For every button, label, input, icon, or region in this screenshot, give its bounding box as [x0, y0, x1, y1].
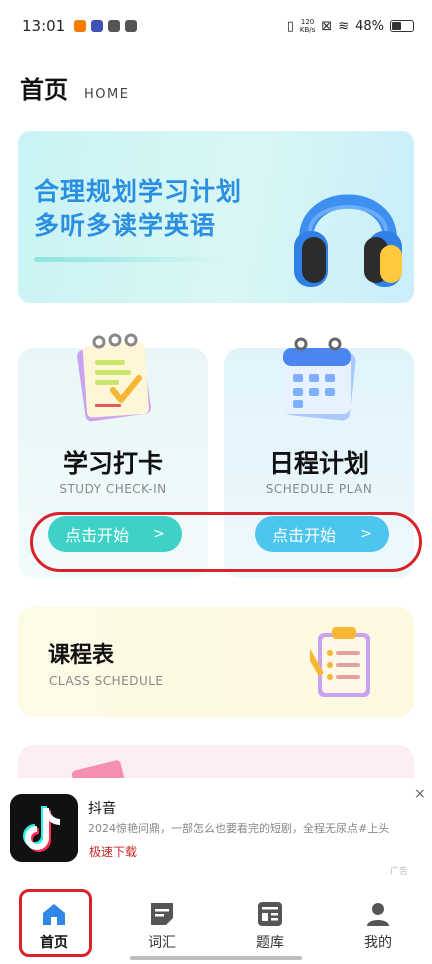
ad-tag: 广告	[390, 867, 409, 877]
page-header: 首页 HOME	[20, 70, 129, 105]
status-bar: 13:01 ▯ 120 KB/s ⊠ ≋ 48%	[0, 0, 432, 52]
nav-label-profile: 我的	[364, 935, 392, 951]
status-right: ▯ 120 KB/s ⊠ ≋ 48%	[287, 18, 414, 34]
banner-decoration	[34, 257, 224, 262]
class-schedule-subtitle: CLASS SCHEDULE	[49, 674, 164, 688]
advertisement-banner[interactable]: 抖音 2024惊艳问鼎，一部怎么也要看完的短剧，全程无尿点#上头 极速下载 × …	[0, 778, 432, 880]
battery-text: 48%	[355, 18, 384, 34]
notification-message-icon	[125, 20, 138, 32]
vocabulary-icon	[151, 903, 173, 925]
headphones-icon	[294, 194, 402, 287]
ad-app-name: 抖音	[88, 801, 116, 817]
schedule-plan-subtitle: SCHEDULE PLAN	[265, 482, 373, 496]
calendar-icon	[283, 337, 356, 421]
battery-icon	[390, 20, 414, 32]
banner-subheadline: 多听多读学英语	[34, 211, 217, 240]
study-checkin-title: 学习打卡	[62, 449, 163, 478]
question-bank-icon	[258, 902, 282, 926]
battery-fill	[392, 22, 402, 30]
network-speed-unit: KB/s	[299, 26, 316, 34]
promo-banner[interactable]: 合理规划学习计划 多听多读学英语	[18, 131, 414, 303]
nav-item-vocabulary[interactable]: 词汇	[108, 880, 216, 964]
network-speed: 120 KB/s	[300, 18, 315, 34]
nav-item-question-bank[interactable]: 题库	[216, 880, 324, 964]
notepad-icon	[77, 333, 151, 422]
ad-download-link[interactable]: 极速下载	[89, 843, 137, 860]
ad-description: 2024惊艳问鼎，一部怎么也要看完的短剧，全程无尿点#上头	[88, 822, 390, 835]
page-subtitle: HOME	[84, 87, 130, 102]
clipboard-icon	[310, 627, 370, 697]
schedule-plan-title: 日程计划	[268, 449, 369, 478]
douyin-logo-icon	[10, 794, 78, 862]
sim-icon: ⊠	[321, 18, 333, 34]
nav-label-question-bank: 题库	[256, 935, 284, 951]
home-indicator[interactable]	[130, 956, 302, 960]
page-title: 首页	[20, 76, 68, 104]
annotation-oval	[30, 512, 422, 572]
close-icon[interactable]: ×	[414, 786, 426, 802]
class-schedule-card[interactable]: 课程表 CLASS SCHEDULE	[18, 607, 414, 717]
notification-app-icon	[74, 20, 87, 32]
nav-label-vocabulary: 词汇	[148, 935, 176, 951]
banner-headline: 合理规划学习计划	[34, 177, 243, 206]
nav-item-profile[interactable]: 我的	[324, 880, 432, 964]
status-left: 13:01	[22, 17, 138, 35]
notification-video-icon	[91, 20, 104, 32]
network-speed-value: 120	[300, 18, 315, 26]
wifi-icon: ≋	[338, 18, 350, 34]
status-time: 13:01	[22, 17, 66, 35]
vibrate-icon: ▯	[286, 18, 294, 34]
annotation-box	[19, 889, 92, 957]
notification-app-icon	[108, 20, 121, 32]
profile-icon	[367, 903, 389, 926]
class-schedule-title: 课程表	[48, 643, 115, 668]
study-checkin-subtitle: STUDY CHECK-IN	[59, 482, 167, 496]
